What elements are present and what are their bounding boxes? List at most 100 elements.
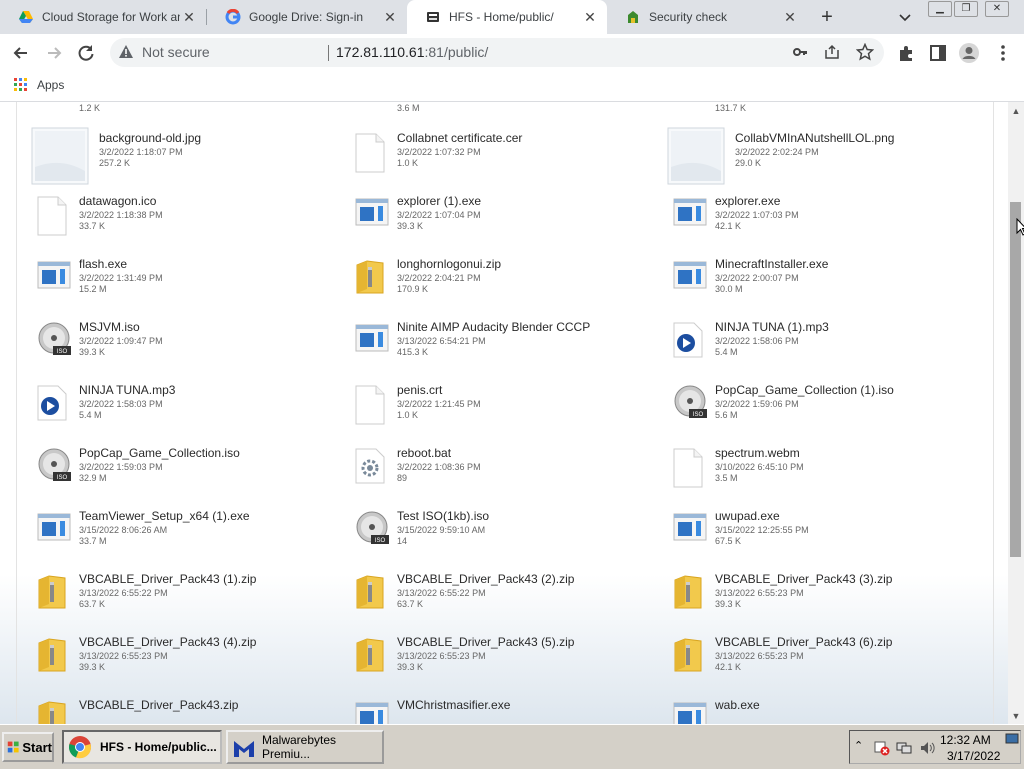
clock-date[interactable]: 3/17/2022: [947, 749, 1000, 763]
iso-icon[interactable]: ISO: [37, 448, 71, 487]
iso-icon[interactable]: ISO: [37, 322, 71, 361]
profile-avatar-icon[interactable]: [958, 42, 980, 64]
zip-icon[interactable]: [355, 574, 385, 615]
tab-cloud-storage[interactable]: Cloud Storage for Work and ✕: [0, 0, 206, 34]
taskbar-item-malwarebytes[interactable]: Malwarebytes Premiu...: [226, 730, 384, 764]
exe-icon[interactable]: [37, 259, 71, 296]
scroll-up-arrow-icon[interactable]: ▲: [1008, 102, 1024, 118]
address-bar[interactable]: Not secure 172.81.110.61:81/public/: [110, 38, 884, 67]
close-icon[interactable]: ✕: [381, 9, 399, 26]
close-icon[interactable]: ✕: [581, 9, 599, 26]
file-item[interactable]: background-old.jpg 3/2/2022 1:18:07 PM 257…: [31, 127, 341, 185]
extensions-puzzle-icon[interactable]: [895, 42, 917, 64]
file-name-link[interactable]: reboot.bat: [397, 446, 451, 460]
scrollbar-thumb[interactable]: [1010, 202, 1021, 557]
file-item[interactable]: VBCABLE_Driver_Pack43 (4).zip 3/13/2022 6…: [31, 633, 341, 689]
file-item[interactable]: NINJA TUNA.mp3 3/2/2022 1:58:03 PM 5.4 M: [31, 381, 341, 437]
file-item[interactable]: TeamViewer_Setup_x64 (1).exe 3/15/2022 8:…: [31, 507, 341, 563]
more-menu-icon[interactable]: [992, 42, 1014, 64]
file-name-link[interactable]: wab.exe: [715, 698, 760, 712]
close-icon[interactable]: ✕: [781, 9, 799, 26]
file-item[interactable]: flash.exe 3/2/2022 1:31:49 PM 15.2 M: [31, 255, 341, 311]
file-name-link[interactable]: PopCap_Game_Collection (1).iso: [715, 383, 894, 397]
file-item[interactable]: penis.crt 3/2/2022 1:21:45 PM 1.0 K: [349, 381, 659, 437]
url-text[interactable]: 172.81.110.61:81/public/: [336, 44, 488, 60]
file-item[interactable]: ISO PopCap_Game_Collection.iso 3/2/2022 1:…: [31, 444, 341, 500]
exe-icon[interactable]: [355, 196, 389, 233]
exe-icon[interactable]: [673, 196, 707, 233]
file-name-link[interactable]: VMChristmasifier.exe: [397, 698, 510, 712]
zip-icon[interactable]: [673, 637, 703, 678]
file-name-link[interactable]: uwupad.exe: [715, 509, 780, 523]
network-icon[interactable]: [896, 740, 912, 756]
iso-icon[interactable]: ISO: [673, 385, 707, 424]
file-icon[interactable]: [355, 133, 385, 178]
side-panel-icon[interactable]: [927, 42, 949, 64]
file-name-link[interactable]: background-old.jpg: [99, 131, 201, 145]
tab-hfs-home-public[interactable]: HFS - Home/public/ ✕: [407, 0, 607, 34]
file-name-link[interactable]: NINJA TUNA.mp3: [79, 383, 175, 397]
file-item[interactable]: VBCABLE_Driver_Pack43 (1).zip 3/13/2022 6…: [31, 570, 341, 626]
image-thumbnail-icon[interactable]: [31, 127, 89, 190]
chevron-down-icon[interactable]: [897, 7, 913, 27]
file-item[interactable]: Collabnet certificate.cer 3/2/2022 1:07:3…: [349, 129, 659, 185]
zip-icon[interactable]: [673, 574, 703, 615]
taskbar-item-chrome[interactable]: HFS - Home/public...: [62, 730, 222, 764]
close-icon[interactable]: ✕: [180, 9, 198, 26]
file-name-link[interactable]: Ninite AIMP Audacity Blender CCCP: [397, 320, 590, 334]
file-name-link[interactable]: MSJVM.iso: [79, 320, 140, 334]
file-item[interactable]: spectrum.webm 3/10/2022 6:45:10 PM 3.5 M: [667, 444, 977, 500]
file-name-link[interactable]: PopCap_Game_Collection.iso: [79, 446, 240, 460]
file-item[interactable]: VMChristmasifier.exe: [349, 696, 659, 724]
file-name-link[interactable]: CollabVMInANutshellLOL.png: [735, 131, 894, 145]
file-name-link[interactable]: TeamViewer_Setup_x64 (1).exe: [79, 509, 250, 523]
file-name-link[interactable]: VBCABLE_Driver_Pack43 (5).zip: [397, 635, 574, 649]
file-name-link[interactable]: spectrum.webm: [715, 446, 800, 460]
close-window-button[interactable]: ✕: [985, 1, 1009, 17]
media-icon[interactable]: [37, 385, 67, 426]
warning-triangle-icon[interactable]: [118, 44, 134, 60]
file-item[interactable]: explorer.exe 3/2/2022 1:07:03 PM 42.1 K: [667, 192, 977, 248]
file-item[interactable]: reboot.bat 3/2/2022 1:08:36 PM 89: [349, 444, 659, 500]
zip-icon[interactable]: [37, 637, 67, 678]
file-item[interactable]: NINJA TUNA (1).mp3 3/2/2022 1:58:06 PM 5.4…: [667, 318, 977, 374]
file-name-link[interactable]: VBCABLE_Driver_Pack43.zip: [79, 698, 238, 712]
apps-grid-icon[interactable]: [14, 78, 28, 92]
minimize-button[interactable]: ▁: [928, 1, 952, 17]
tab-security-check[interactable]: Security check ✕: [607, 0, 807, 34]
exe-icon[interactable]: [37, 511, 71, 548]
iso-icon[interactable]: ISO: [355, 511, 389, 550]
file-name-link[interactable]: longhornlogonui.zip: [397, 257, 501, 271]
exe-icon[interactable]: [355, 700, 389, 724]
exe-icon[interactable]: [673, 511, 707, 548]
file-name-link[interactable]: VBCABLE_Driver_Pack43 (6).zip: [715, 635, 892, 649]
zip-icon[interactable]: [355, 259, 385, 300]
file-item[interactable]: uwupad.exe 3/15/2022 12:25:55 PM 67.5 K: [667, 507, 977, 563]
start-button[interactable]: Start: [2, 732, 54, 762]
file-item[interactable]: VBCABLE_Driver_Pack43 (3).zip 3/13/2022 6…: [667, 570, 977, 626]
file-item[interactable]: VBCABLE_Driver_Pack43 (6).zip 3/13/2022 6…: [667, 633, 977, 689]
back-arrow-icon[interactable]: [10, 42, 32, 64]
bookmark-star-icon[interactable]: [856, 43, 874, 61]
exe-icon[interactable]: [673, 700, 707, 724]
tab-google-drive-signin[interactable]: Google Drive: Sign-in ✕: [207, 0, 407, 34]
volume-icon[interactable]: [920, 740, 936, 756]
file-icon[interactable]: [37, 196, 67, 241]
exe-icon[interactable]: [673, 259, 707, 296]
file-name-link[interactable]: VBCABLE_Driver_Pack43 (1).zip: [79, 572, 256, 586]
file-item[interactable]: ISO Test ISO(1kb).iso 3/15/2022 9:59:10 AM…: [349, 507, 659, 563]
file-item[interactable]: explorer (1).exe 3/2/2022 1:07:04 PM 39.3 …: [349, 192, 659, 248]
image-thumbnail-icon[interactable]: [667, 127, 725, 190]
file-item[interactable]: ISO MSJVM.iso 3/2/2022 1:09:47 PM 39.3 K: [31, 318, 341, 374]
exe-icon[interactable]: [355, 322, 389, 359]
file-name-link[interactable]: VBCABLE_Driver_Pack43 (4).zip: [79, 635, 256, 649]
file-name-link[interactable]: Test ISO(1kb).iso: [397, 509, 489, 523]
file-item[interactable]: longhornlogonui.zip 3/2/2022 2:04:21 PM 17…: [349, 255, 659, 311]
zip-icon[interactable]: [37, 574, 67, 615]
file-item[interactable]: MinecraftInstaller.exe 3/2/2022 2:00:07 P…: [667, 255, 977, 311]
restore-button[interactable]: ❐: [954, 1, 978, 17]
forward-arrow-icon[interactable]: [43, 42, 65, 64]
file-name-link[interactable]: Collabnet certificate.cer: [397, 131, 522, 145]
file-item[interactable]: datawagon.ico 3/2/2022 1:18:38 PM 33.7 K: [31, 192, 341, 248]
show-desktop-icon[interactable]: [1005, 733, 1019, 745]
